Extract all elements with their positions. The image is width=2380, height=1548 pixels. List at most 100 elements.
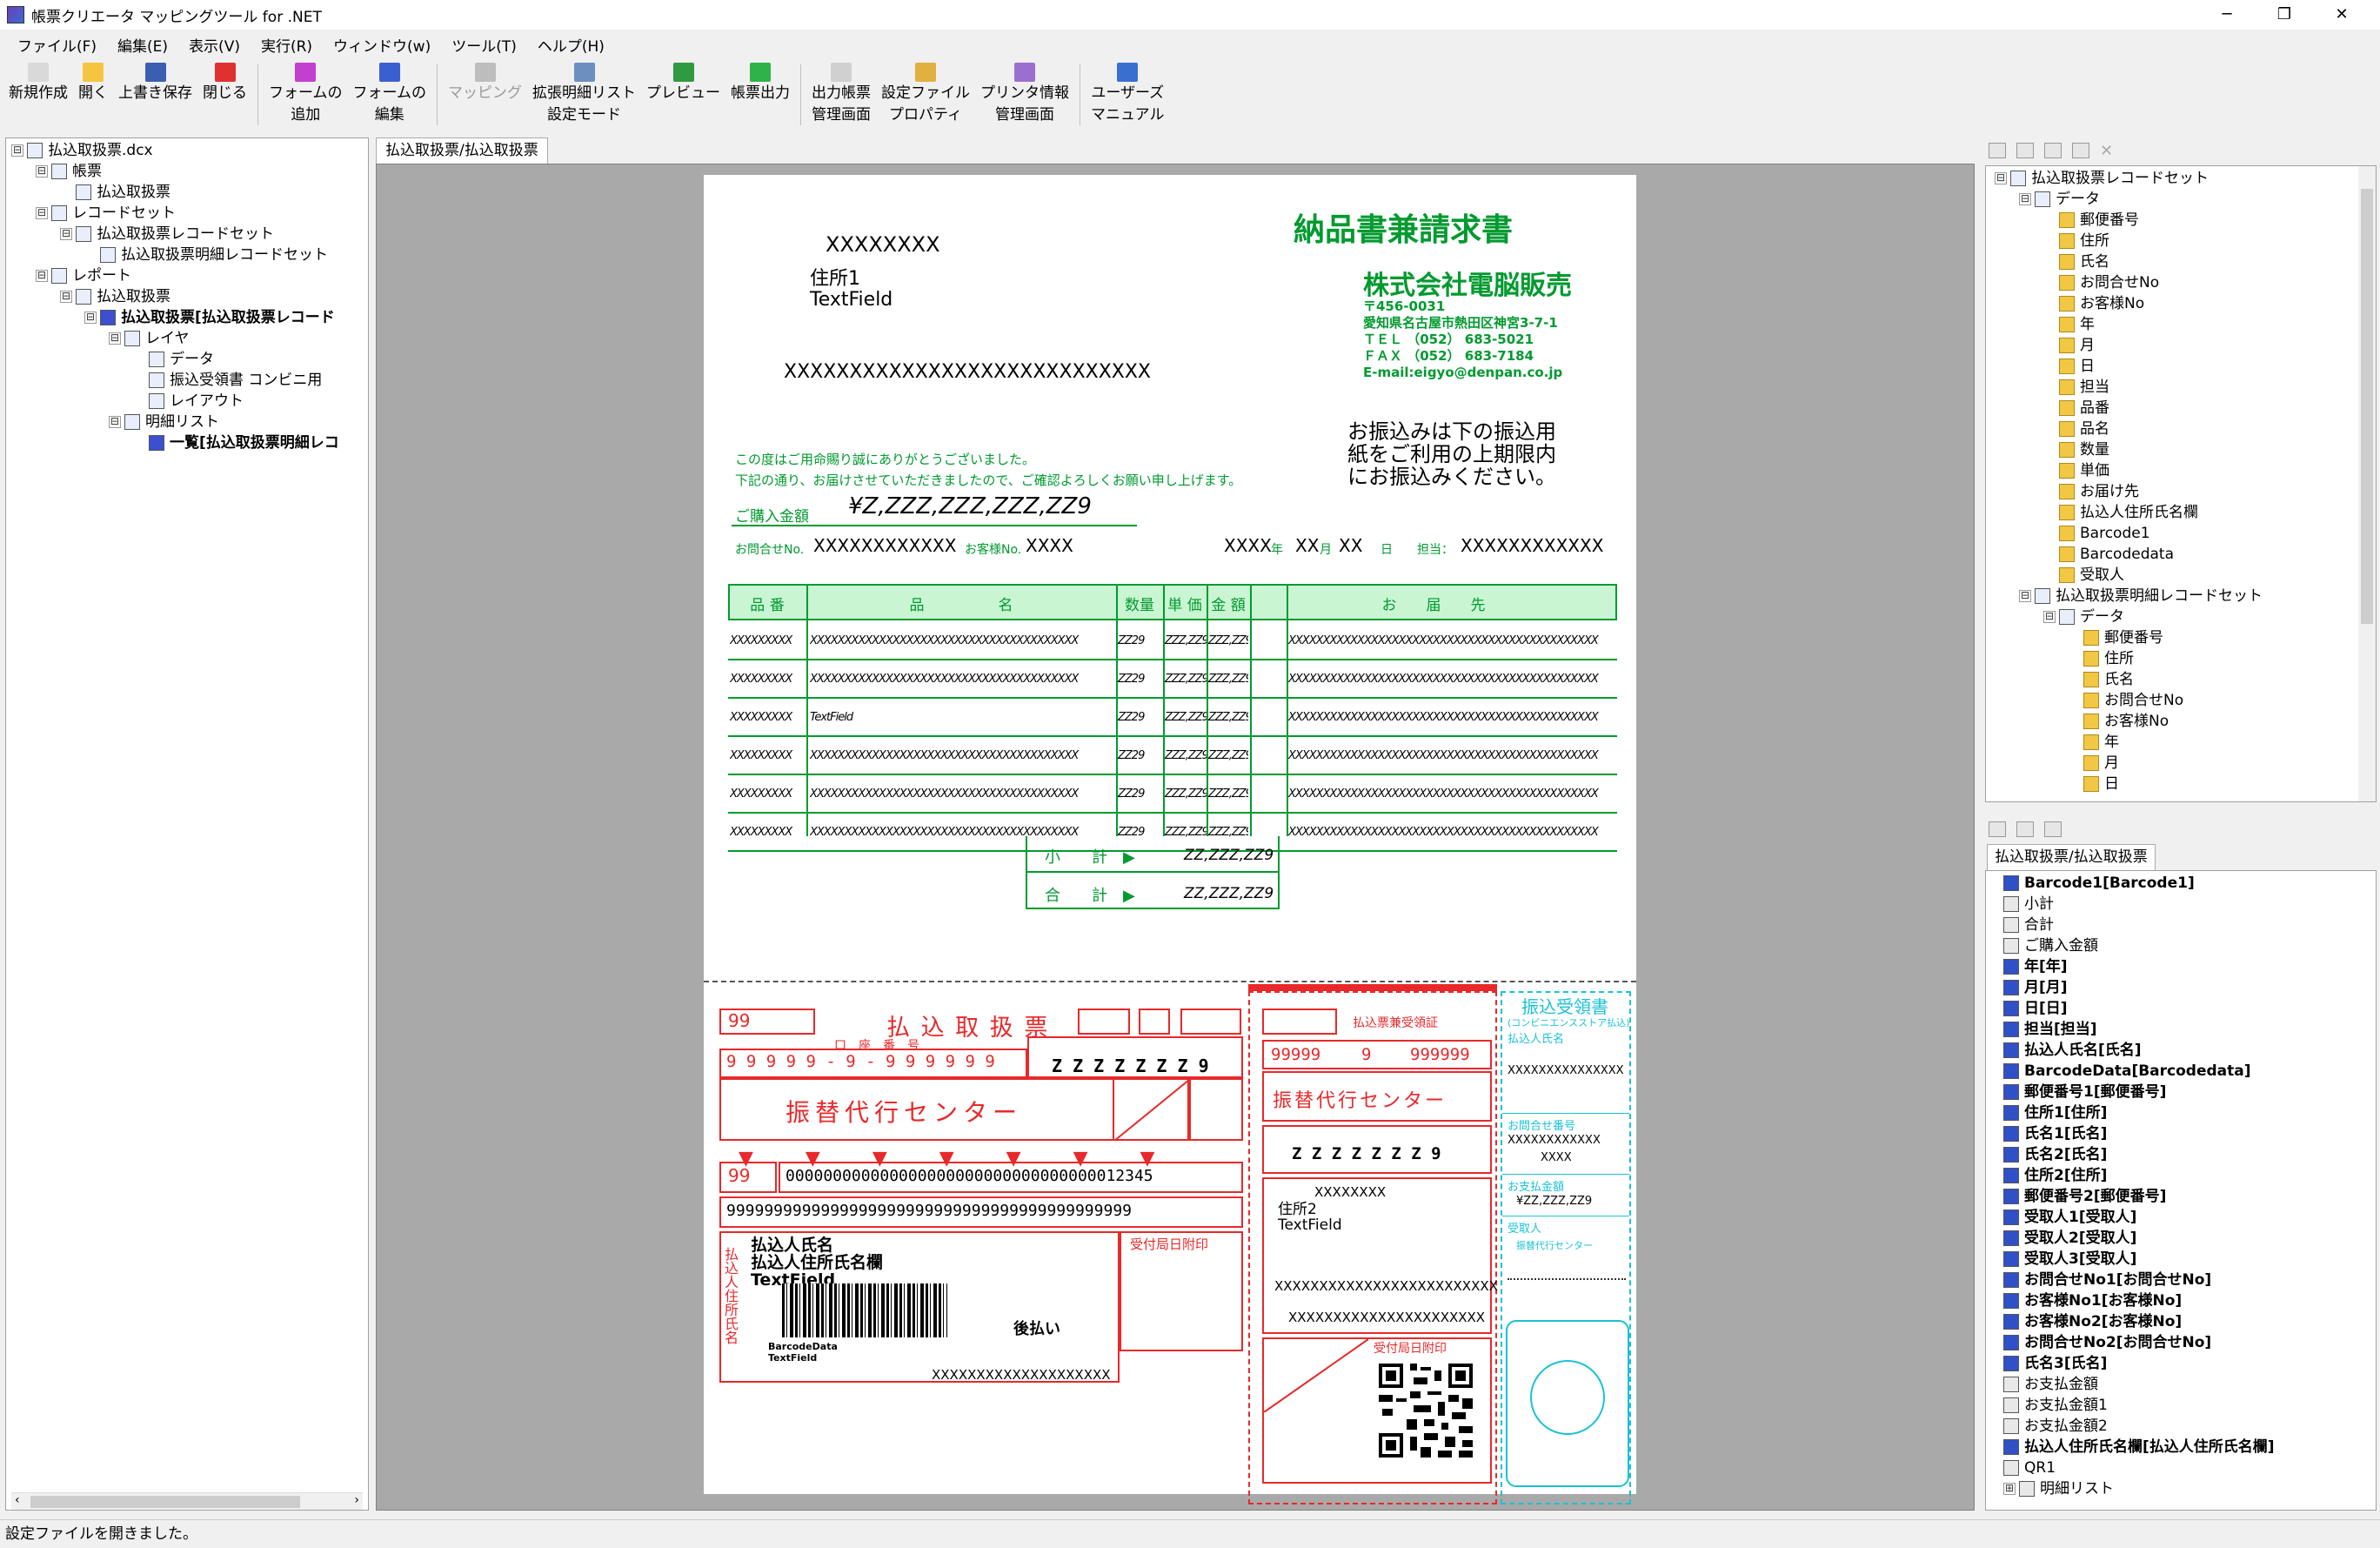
object-list-item[interactable]: 氏名2[氏名]: [2003, 1144, 2376, 1165]
table-cell[interactable]: XXXXXXXXX: [730, 826, 806, 839]
object-list-item[interactable]: 担当[担当]: [2003, 1019, 2376, 1040]
vertical-scrollbar[interactable]: [2358, 166, 2376, 801]
object-list-item[interactable]: Barcode1[Barcode1]: [2003, 873, 2376, 894]
record-tree-item[interactable]: 日: [1986, 774, 2376, 794]
toolbar-button-1[interactable]: 開く: [73, 59, 113, 104]
tree-item[interactable]: ⊟ 帳票: [6, 161, 368, 182]
table-cell[interactable]: ZZZ,ZZ9: [1208, 826, 1248, 839]
object-list-item[interactable]: 住所1[住所]: [2003, 1102, 2376, 1123]
tree-item[interactable]: ⊟ 明細リスト: [6, 412, 368, 432]
tree-item[interactable]: データ: [6, 349, 368, 370]
toolbar-button-8[interactable]: プレビュー: [641, 59, 725, 104]
object-list-item[interactable]: 住所2[住所]: [2003, 1165, 2376, 1186]
object-list-item[interactable]: 受取人2[受取人]: [2003, 1228, 2376, 1249]
toolbar-button-12[interactable]: プリンタ情報 管理画面: [975, 59, 1074, 126]
record-tree-item[interactable]: 単価: [1986, 460, 2376, 481]
menu-item-6[interactable]: ヘルプ(H): [527, 34, 615, 56]
object-list-item[interactable]: BarcodeData[Barcodedata]: [2003, 1061, 2376, 1082]
table-cell[interactable]: ZZZ,ZZ9: [1208, 673, 1248, 686]
conv-payee[interactable]: 振替代行センター: [1516, 1238, 1593, 1252]
record-tree-item[interactable]: 担当: [1986, 377, 2376, 398]
table-cell[interactable]: ZZ29: [1118, 826, 1160, 839]
horizontal-scrollbar[interactable]: ‹ ›: [11, 1492, 363, 1510]
ocr-line-2[interactable]: 9999999999999999999999999999999999999999…: [726, 1202, 1132, 1220]
receipt-acct-3[interactable]: 999999: [1410, 1045, 1470, 1064]
tree-item[interactable]: 払込取扱票: [6, 182, 368, 203]
toolbar-button-10[interactable]: 出力帳票 管理画面: [806, 59, 876, 126]
receipt-x3-field[interactable]: XXXXXXXXXXXXXXXXXXXXXX: [1288, 1310, 1485, 1325]
expand-icon[interactable]: ⊟: [11, 144, 23, 157]
tree-item[interactable]: ⊟ レポート: [6, 265, 368, 286]
record-tree-item[interactable]: 氏名: [1986, 669, 2376, 690]
record-tree-item[interactable]: 受取人: [1986, 565, 2376, 586]
record-tree-item[interactable]: ⊟ 払込取扱票明細レコードセット: [1986, 586, 2376, 606]
expand-icon[interactable]: ⊟: [36, 270, 48, 282]
tree-item[interactable]: 振込受領書 コンビニ用: [6, 370, 368, 391]
conv-x2[interactable]: XXXXXXXXXXXX: [1508, 1134, 1601, 1147]
receipt-amount-digits[interactable]: Z Z Z Z Z Z Z 9: [1292, 1144, 1441, 1163]
slip-payee[interactable]: 振替代行センター: [786, 1094, 1022, 1129]
object-list-item[interactable]: ご購入金額: [2003, 935, 2376, 956]
object-list-item[interactable]: 郵便番号1[郵便番号]: [2003, 1082, 2376, 1102]
table-cell[interactable]: XXXXXXXXXXXXXXXXXXXXXXXXXXXXXXXXXXXXXXXX…: [1288, 787, 1615, 801]
layout-tool-3-icon[interactable]: [2044, 821, 2062, 837]
record-tree-item[interactable]: お問合せNo: [1986, 272, 2376, 293]
table-cell[interactable]: XXXXXXXXX: [730, 673, 806, 686]
table-cell[interactable]: ZZ29: [1118, 673, 1160, 686]
expand-icon[interactable]: ⊟: [84, 312, 97, 324]
amount-field[interactable]: ¥Z,ZZZ,ZZZ,ZZZ,ZZ9: [848, 493, 1092, 519]
menu-item-1[interactable]: 編集(E): [107, 34, 178, 56]
tree-item[interactable]: 一覧[払込取扱票明細レコ: [6, 432, 368, 453]
expand-icon[interactable]: ⊟: [60, 228, 72, 240]
record-tree-item[interactable]: お客様No: [1986, 711, 2376, 732]
code99[interactable]: 99: [728, 1165, 750, 1186]
table-cell[interactable]: ZZZ,ZZ9: [1165, 749, 1207, 762]
code-field[interactable]: XXXXXXXX: [826, 232, 940, 257]
tree-item[interactable]: ⊟ レコードセット: [6, 203, 368, 224]
object-list-item[interactable]: お客様No2[お客様No]: [2003, 1311, 2376, 1332]
conv-x3[interactable]: XXXX: [1541, 1151, 1572, 1164]
new-record-icon[interactable]: [1989, 143, 2006, 158]
layout-tool-2-icon[interactable]: [2016, 821, 2034, 837]
total-field[interactable]: ZZ,ZZZ,ZZ9: [1184, 885, 1274, 902]
record-tree-item[interactable]: 品名: [1986, 419, 2376, 439]
scroll-thumb[interactable]: [30, 1496, 300, 1508]
object-list-item[interactable]: 氏名3[氏名]: [2003, 1353, 2376, 1374]
table-cell[interactable]: XXXXXXXXXXXXXXXXXXXXXXXXXXXXXXXXXXXXXXXX…: [1288, 673, 1615, 686]
tab-layout[interactable]: 払込取扱票/払込取扱票: [1987, 844, 2156, 870]
tree-item[interactable]: ⊟ 払込取扱票.dcx: [6, 140, 368, 161]
table-cell[interactable]: ZZZ,ZZ9: [1165, 711, 1207, 724]
save-record-icon[interactable]: [2072, 143, 2089, 158]
ocr-line-1[interactable]: 000000000000000000000000000000000012345: [786, 1167, 1153, 1185]
slip-code[interactable]: 99: [728, 1010, 750, 1031]
record-tree-item[interactable]: 日: [1986, 356, 2376, 377]
record-tree-item[interactable]: 数量: [1986, 439, 2376, 460]
account-number[interactable]: 9 9 9 9 9 - 9 - 9 9 9 9 9 9: [726, 1052, 995, 1071]
tree-item[interactable]: ⊟ 払込取扱票: [6, 286, 368, 307]
expand-icon[interactable]: ⊟: [36, 207, 48, 219]
table-cell[interactable]: XXXXXXXXXXXXXXXXXXXXXXXXXXXXXXXXXXXXXXX: [810, 634, 1114, 647]
record-tree-item[interactable]: 住所: [1986, 231, 2376, 251]
object-list-item[interactable]: 払込人住所氏名欄[払込人住所氏名欄]: [2003, 1437, 2376, 1458]
subtotal-field[interactable]: ZZ,ZZZ,ZZ9: [1184, 847, 1274, 864]
object-list-item[interactable]: お問合せNo2[お問合せNo]: [2003, 1332, 2376, 1353]
toolbar-button-9[interactable]: 帳票出力: [725, 59, 795, 104]
table-cell[interactable]: XXXXXXXXX: [730, 711, 806, 724]
record-tree-item[interactable]: ⊟ データ: [1986, 606, 2376, 627]
table-cell[interactable]: XXXXXXXXXXXXXXXXXXXXXXXXXXXXXXXXXXXXXXXX…: [1288, 711, 1615, 724]
table-cell[interactable]: ZZZ,ZZ9: [1165, 826, 1207, 839]
toolbar-button-6[interactable]: マッピング: [443, 59, 527, 104]
table-cell[interactable]: ZZZ,ZZ9: [1165, 673, 1207, 686]
receipt-x-field[interactable]: XXXXXXXX: [1314, 1184, 1386, 1200]
record-tree-item[interactable]: 住所: [1986, 648, 2376, 669]
table-cell[interactable]: XXXXXXXXX: [730, 749, 806, 762]
scroll-right-icon[interactable]: ›: [354, 1493, 359, 1507]
tree-item[interactable]: ⊟ 払込取扱票[払込取扱票レコード: [6, 307, 368, 328]
receipt-acct-1[interactable]: 99999: [1271, 1045, 1320, 1064]
close-window-button[interactable]: ✕: [2316, 0, 2368, 30]
receipt-payee[interactable]: 振替代行センター: [1273, 1085, 1447, 1113]
scroll-left-icon[interactable]: ‹: [15, 1493, 20, 1507]
record-tree-item[interactable]: お届け先: [1986, 481, 2376, 502]
form-title[interactable]: 納品書兼請求書: [1294, 204, 1513, 250]
staff-field[interactable]: XXXXXXXXXXXX: [1461, 535, 1603, 556]
